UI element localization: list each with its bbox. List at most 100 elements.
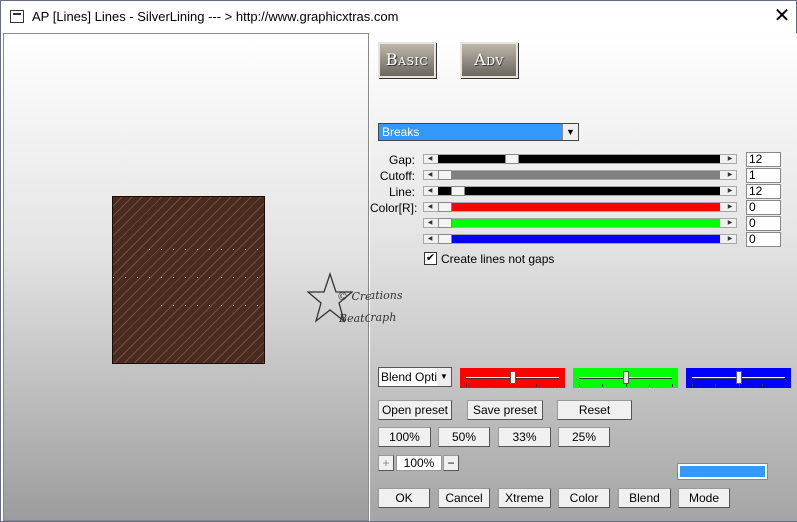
slider-tick: [692, 384, 693, 387]
plugin-window: AP [Lines] Lines - SilverLining --- > ht…: [0, 0, 797, 522]
slider-tick: [672, 384, 673, 387]
slider-track[interactable]: [438, 171, 720, 179]
param-value-field[interactable]: 1: [746, 168, 781, 183]
slider-thumb[interactable]: [451, 186, 465, 196]
param-label: Line:: [388, 185, 415, 199]
open-preset-button[interactable]: Open preset: [378, 400, 452, 420]
preview-dot-row: [113, 277, 261, 278]
slider-tick: [489, 384, 490, 387]
zoom-50-button[interactable]: 50%: [438, 427, 490, 447]
slider-thumb[interactable]: [438, 218, 452, 228]
control-pane: © Creations BeatGraph Basic Adv Breaks ▼…: [370, 33, 797, 521]
slider-left-arrow-icon[interactable]: ◀: [424, 155, 436, 163]
param-slider[interactable]: ◀ ▶: [423, 234, 737, 244]
effect-dropdown-value: Breaks: [382, 125, 420, 139]
slider-thumb[interactable]: [736, 371, 742, 384]
slider-right-arrow-icon[interactable]: ▶: [724, 203, 736, 211]
slider-thumb[interactable]: [438, 234, 452, 244]
slider-thumb[interactable]: [510, 371, 516, 384]
zoom-100-button[interactable]: 100%: [378, 427, 431, 447]
slider-tick: [739, 384, 740, 387]
slider-thumb[interactable]: [438, 170, 452, 180]
app-window-icon: [10, 10, 24, 23]
param-label: Gap:: [388, 153, 415, 167]
slider-left-arrow-icon[interactable]: ◀: [424, 187, 436, 195]
xtreme-button[interactable]: Xtreme: [498, 488, 551, 508]
color-swatch[interactable]: [677, 463, 768, 480]
save-preset-button[interactable]: Save preset: [467, 400, 543, 420]
slider-tick: [559, 384, 560, 387]
create-lines-checkbox[interactable]: ✔: [424, 252, 437, 265]
slider-tick: [762, 384, 763, 387]
slider-right-arrow-icon[interactable]: ▶: [724, 219, 736, 227]
watermark-line1-left: © Creations: [337, 290, 373, 303]
watermark-line2-left: BeatGraph: [339, 312, 373, 325]
param-slider[interactable]: ◀ ▶: [423, 186, 737, 196]
chevron-down-icon[interactable]: ▼: [437, 368, 451, 386]
slider-left-arrow-icon[interactable]: ◀: [424, 171, 436, 179]
mode-button[interactable]: Mode: [678, 488, 730, 508]
blend-button[interactable]: Blend: [618, 488, 671, 508]
preview-pane: © Creations BeatGraph: [3, 33, 373, 521]
slider-track[interactable]: [438, 187, 720, 195]
zoom-in-button[interactable]: +: [378, 455, 394, 471]
slider-track[interactable]: [438, 235, 720, 243]
zoom-value-field[interactable]: 100%: [396, 455, 442, 471]
adv-tab-button[interactable]: Adv: [460, 42, 518, 78]
slider-tick: [536, 384, 537, 387]
red-blend-slider[interactable]: [460, 368, 565, 388]
slider-left-arrow-icon[interactable]: ◀: [424, 203, 436, 211]
param-slider[interactable]: ◀ ▶: [423, 202, 737, 212]
slider-tick: [602, 384, 603, 387]
slider-tick: [466, 384, 467, 387]
param-value-field[interactable]: 0: [746, 200, 781, 215]
slider-thumb[interactable]: [438, 202, 452, 212]
window-title: AP [Lines] Lines - SilverLining --- > ht…: [32, 9, 399, 24]
slider-track[interactable]: [438, 155, 720, 163]
slider-track[interactable]: [438, 203, 720, 211]
zoom-out-button[interactable]: −: [443, 455, 459, 471]
slider-tick: [513, 384, 514, 387]
param-value-field[interactable]: 0: [746, 216, 781, 231]
param-value-field[interactable]: 12: [746, 184, 781, 199]
param-slider[interactable]: ◀ ▶: [423, 170, 737, 180]
slider-tick: [715, 384, 716, 387]
close-icon[interactable]: ✕: [769, 4, 795, 30]
create-lines-label: Create lines not gaps: [441, 252, 555, 266]
blue-blend-slider[interactable]: [686, 368, 791, 388]
preview-dot-row: [161, 305, 261, 306]
chevron-down-icon[interactable]: ▼: [562, 124, 578, 140]
blend-options-select[interactable]: Blend Options ▼: [378, 367, 452, 387]
zoom-25-button[interactable]: 25%: [558, 427, 610, 447]
param-value-field[interactable]: 12: [746, 152, 781, 167]
preview-dot-row: [149, 249, 261, 250]
param-slider[interactable]: ◀ ▶: [423, 154, 737, 164]
reset-button[interactable]: Reset: [557, 400, 632, 420]
slider-thumb[interactable]: [505, 154, 519, 164]
preview-image[interactable]: [112, 196, 265, 364]
effect-dropdown[interactable]: Breaks ▼: [378, 123, 579, 141]
title-bar: AP [Lines] Lines - SilverLining --- > ht…: [1, 1, 796, 33]
green-blend-slider[interactable]: [573, 368, 678, 388]
slider-tick: [626, 384, 627, 387]
param-value-field[interactable]: 0: [746, 232, 781, 247]
slider-right-arrow-icon[interactable]: ▶: [724, 155, 736, 163]
color-button[interactable]: Color: [558, 488, 610, 508]
slider-tick: [579, 384, 580, 387]
slider-right-arrow-icon[interactable]: ▶: [724, 171, 736, 179]
slider-left-arrow-icon[interactable]: ◀: [424, 219, 436, 227]
slider-left-arrow-icon[interactable]: ◀: [424, 235, 436, 243]
param-label: Color[R]:: [370, 201, 418, 215]
slider-track[interactable]: [438, 219, 720, 227]
param-slider[interactable]: ◀ ▶: [423, 218, 737, 228]
ok-button[interactable]: OK: [378, 488, 430, 508]
slider-right-arrow-icon[interactable]: ▶: [724, 235, 736, 243]
zoom-33-button[interactable]: 33%: [498, 427, 551, 447]
slider-thumb[interactable]: [623, 371, 629, 384]
slider-right-arrow-icon[interactable]: ▶: [724, 187, 736, 195]
cancel-button[interactable]: Cancel: [438, 488, 490, 508]
slider-tick: [785, 384, 786, 387]
param-label: Cutoff:: [379, 169, 415, 183]
slider-tick: [649, 384, 650, 387]
basic-tab-button[interactable]: Basic: [378, 42, 436, 78]
